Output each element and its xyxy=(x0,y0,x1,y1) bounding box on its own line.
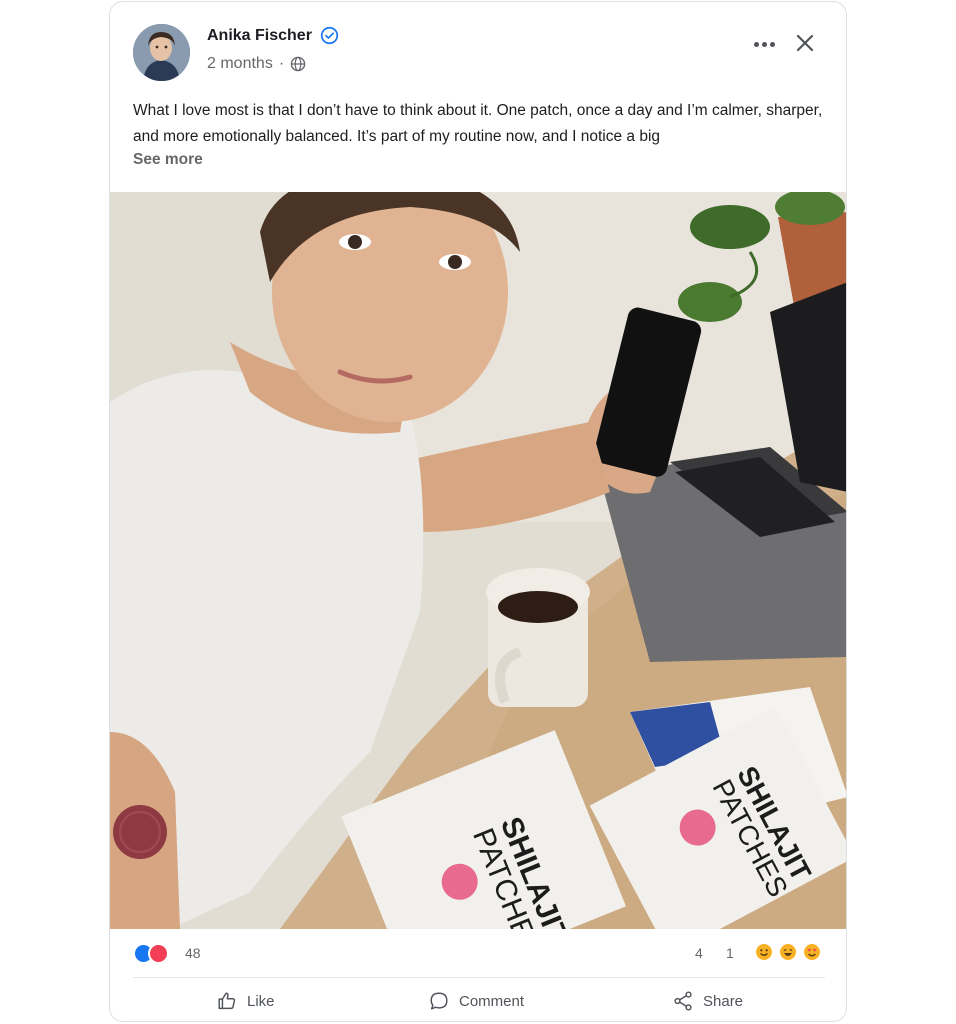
heart-eyes-emoji-icon xyxy=(803,943,821,961)
smile-emoji-icon xyxy=(755,943,773,961)
more-dot xyxy=(769,41,775,47)
post-text: What I love most is that I don’t have to… xyxy=(133,102,823,145)
author-name[interactable]: Anika Fischer xyxy=(207,27,312,45)
meta-separator: · xyxy=(278,55,285,72)
author-row: Anika Fischer xyxy=(207,26,339,45)
comment-label: Comment xyxy=(459,992,525,1010)
post-card: Anika Fischer 2 months · What I love mos… xyxy=(109,1,847,1022)
more-dot xyxy=(761,41,767,47)
share-button[interactable]: Share xyxy=(672,988,743,1014)
divider xyxy=(133,977,825,978)
shares-count[interactable]: 1 xyxy=(726,945,734,961)
share-icon xyxy=(674,991,692,1011)
post-photo[interactable]: SHILAJIT PATCHES SHILAJIT PATCHES xyxy=(110,192,846,929)
close-icon xyxy=(796,34,814,52)
post-time[interactable]: 2 months xyxy=(207,55,273,73)
close-button[interactable] xyxy=(792,30,818,56)
comment-button[interactable]: Comment xyxy=(428,988,524,1014)
globe-icon xyxy=(290,56,306,72)
like-label: Like xyxy=(247,992,275,1010)
laugh-emoji-icon xyxy=(779,943,797,961)
avatar[interactable] xyxy=(133,24,190,81)
share-label: Share xyxy=(703,992,744,1010)
reaction-icons[interactable] xyxy=(133,943,173,965)
verified-badge-icon xyxy=(320,26,339,45)
comments-count[interactable]: 4 xyxy=(695,945,703,961)
more-options-button[interactable] xyxy=(750,32,778,56)
post-meta: 2 months · xyxy=(207,55,306,73)
comment-icon xyxy=(430,992,448,1010)
thumbs-up-icon xyxy=(218,992,236,1010)
see-more-link[interactable]: See more xyxy=(133,151,203,169)
like-button[interactable]: Like xyxy=(216,988,275,1014)
emoji-row xyxy=(755,943,821,961)
more-horizontal-icon xyxy=(753,41,759,47)
love-reaction-icon xyxy=(148,943,169,964)
reaction-count[interactable]: 48 xyxy=(185,945,201,961)
